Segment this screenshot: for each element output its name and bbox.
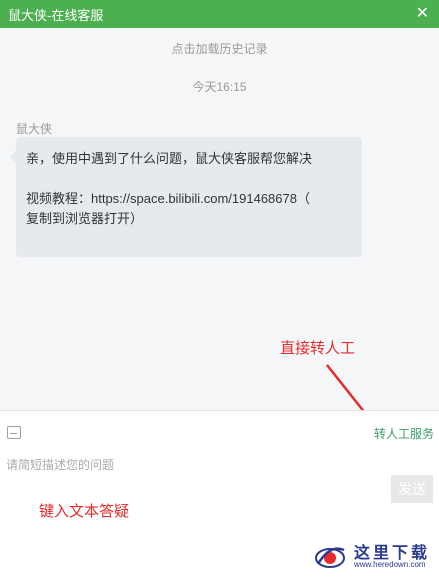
send-button[interactable]: 发送: [391, 475, 433, 503]
title-bar: 鼠大侠-在线客服 ✕: [0, 0, 439, 28]
chat-panel[interactable]: 点击加载历史记录 今天16:15 鼠大侠 亲，使用中遇到了什么问题，鼠大侠客服帮…: [0, 28, 439, 410]
window-title: 鼠大侠-在线客服: [8, 7, 104, 23]
message-video-link: 视频教程：https://space.bilibili.com/19146867…: [26, 191, 310, 206]
message-timestamp: 今天16:15: [192, 80, 247, 94]
message-sender: 鼠大侠: [16, 122, 53, 136]
message-input[interactable]: [6, 455, 433, 475]
transfer-to-agent-link[interactable]: 转人工服务: [374, 425, 434, 442]
annotation-direct-transfer: 直接转人工: [280, 340, 356, 357]
emoji-icon[interactable]: [7, 426, 21, 439]
load-history-link[interactable]: 点击加载历史记录: [0, 40, 439, 57]
message-video-note: 复制到浏览器打开）: [26, 211, 144, 226]
message-text: 亲，使用中遇到了什么问题，鼠大侠客服帮您解决: [26, 151, 313, 166]
watermark: 这里下载 www.heredown.com: [312, 538, 436, 576]
close-icon[interactable]: ✕: [416, 6, 429, 22]
watermark-logo-icon: [315, 547, 345, 568]
message-bubble: 亲，使用中遇到了什么问题，鼠大侠客服帮您解决 视频教程：https://spac…: [10, 137, 362, 257]
watermark-url: www.heredown.com: [354, 560, 426, 569]
annotation-type-text: 键入文本答疑: [39, 503, 130, 520]
